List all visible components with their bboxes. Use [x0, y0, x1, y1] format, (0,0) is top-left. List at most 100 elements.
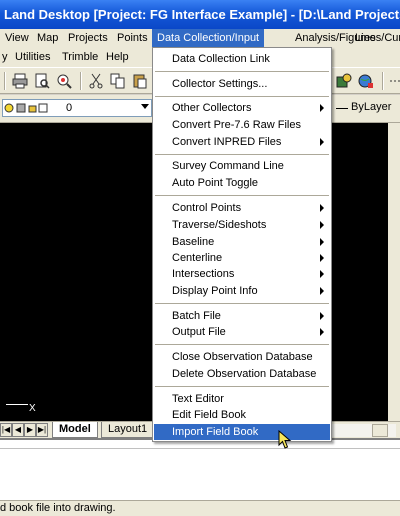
menu-view[interactable]: View	[0, 29, 34, 48]
menu-item-label: Intersections	[172, 268, 235, 280]
menu-utilities[interactable]: Utilities	[10, 48, 55, 67]
submenu-arrow-icon	[320, 221, 324, 229]
menu-item-label: Collector Settings...	[172, 78, 268, 90]
first-tab-button[interactable]: |◀	[0, 423, 12, 437]
menu-item-centerline[interactable]: Centerline	[154, 250, 330, 266]
menu-item-convert-raw-files[interactable]: Convert Pre-7.6 Raw Files	[154, 117, 330, 133]
menu-item-other-collectors[interactable]: Other Collectors	[154, 100, 330, 116]
menu-projects[interactable]: Projects	[63, 29, 113, 48]
menu-item-display-point-info[interactable]: Display Point Info	[154, 283, 330, 299]
tab-model[interactable]: Model	[52, 422, 98, 438]
menu-item-label: Convert INPRED Files	[172, 136, 282, 148]
menu-item-batch-file[interactable]: Batch File	[154, 308, 330, 324]
menu-item-label: Traverse/Sideshots	[172, 219, 267, 231]
menu-item-label: Other Collectors	[172, 102, 252, 114]
prev-tab-button[interactable]: ◀	[12, 423, 24, 437]
submenu-arrow-icon	[320, 138, 324, 146]
layer-manager-icon[interactable]	[336, 73, 352, 89]
menu-map[interactable]: Map	[32, 29, 63, 48]
data-collection-menu: Data Collection Link Collector Settings.…	[152, 47, 332, 442]
ucs-axis-line	[6, 404, 28, 405]
paste-icon[interactable]	[132, 73, 148, 89]
print-icon[interactable]	[12, 73, 28, 89]
submenu-arrow-icon	[320, 312, 324, 320]
menu-item-label: Baseline	[172, 236, 215, 248]
menu-separator	[155, 303, 329, 304]
menu-item-label: Centerline	[172, 252, 223, 264]
menu-item-edit-field-book[interactable]: Edit Field Book	[154, 407, 330, 423]
menu-item-control-points[interactable]: Control Points	[154, 200, 330, 216]
menu-item-intersections[interactable]: Intersections	[154, 266, 330, 282]
mouse-cursor-icon	[278, 430, 292, 449]
menu-item-label: Survey Command Line	[172, 160, 284, 172]
menu-separator	[155, 154, 329, 155]
command-line-divider	[0, 448, 400, 449]
cut-icon[interactable]	[88, 73, 104, 89]
menu-item-label: Edit Field Book	[172, 409, 246, 421]
menu-lines-curves[interactable]: Lines/Cur	[350, 29, 400, 48]
globe-icon[interactable]	[358, 73, 374, 89]
submenu-arrow-icon	[320, 270, 324, 278]
menu-separator	[155, 71, 329, 72]
submenu-arrow-icon	[320, 328, 324, 336]
ucs-x-label: X	[29, 403, 36, 414]
menu-item-import-field-book[interactable]: Import Field Book	[154, 424, 330, 440]
menu-separator	[155, 195, 329, 196]
menu-item-convert-inpred-files[interactable]: Convert INPRED Files	[154, 134, 330, 150]
tab-layout1[interactable]: Layout1	[101, 422, 155, 438]
publish-icon[interactable]	[56, 73, 72, 89]
menu-separator	[155, 96, 329, 97]
toolbar-overflow-icon[interactable]	[388, 73, 400, 89]
menu-item-label: Text Editor	[172, 393, 224, 405]
copy-icon[interactable]	[110, 73, 126, 89]
layer-state-icons	[4, 103, 48, 113]
menu-item-baseline[interactable]: Baseline	[154, 234, 330, 250]
window-title: Land Desktop [Project: FG Interface Exam…	[4, 7, 400, 22]
menu-item-label: Convert Pre-7.6 Raw Files	[172, 119, 301, 131]
menu-item-traverse-sideshots[interactable]: Traverse/Sideshots	[154, 217, 330, 233]
submenu-arrow-icon	[320, 238, 324, 246]
toolbar-separator	[4, 72, 6, 90]
print-preview-icon[interactable]	[34, 73, 50, 89]
menu-separator	[155, 386, 329, 387]
menu-item-label: Display Point Info	[172, 285, 258, 297]
menu-bar: View Map Projects Points Data Collection…	[0, 29, 400, 48]
layer-name: 0	[66, 102, 73, 114]
menu-help[interactable]: Help	[101, 48, 134, 67]
linetype-value[interactable]: ByLayer	[351, 101, 391, 113]
menu-item-label: Control Points	[172, 202, 242, 214]
chevron-down-icon[interactable]	[141, 104, 149, 110]
menu-item-survey-command-line[interactable]: Survey Command Line	[154, 158, 330, 174]
menu-item-label: Data Collection Link	[172, 53, 270, 65]
toolbar-separator	[382, 72, 384, 90]
menu-item-label: Close Observation Database	[172, 351, 313, 363]
menu-item-label: Delete Observation Database	[172, 368, 317, 380]
menu-item-collector-settings[interactable]: Collector Settings...	[154, 76, 330, 92]
toolbar-separator	[80, 72, 82, 90]
menu-item-data-collection-link[interactable]: Data Collection Link	[154, 51, 330, 67]
horizontal-scroll-thumb[interactable]	[372, 424, 388, 437]
menu-data-collection-input[interactable]: Data Collection/Input	[152, 29, 265, 48]
last-tab-button[interactable]: ▶|	[36, 423, 48, 437]
menu-item-label: Output File	[172, 326, 226, 338]
menu-item-delete-observation-database[interactable]: Delete Observation Database	[154, 366, 330, 382]
submenu-arrow-icon	[320, 204, 324, 212]
menu-item-text-editor[interactable]: Text Editor	[154, 391, 330, 407]
layer-dropdown[interactable]: 0	[2, 99, 152, 117]
next-tab-button[interactable]: ▶	[24, 423, 36, 437]
menu-item-output-file[interactable]: Output File	[154, 324, 330, 340]
submenu-arrow-icon	[320, 104, 324, 112]
menu-item-close-observation-database[interactable]: Close Observation Database	[154, 349, 330, 365]
status-bar: d book file into drawing.	[0, 500, 400, 516]
vertical-scrollbar[interactable]	[388, 123, 400, 421]
menu-points[interactable]: Points	[112, 29, 153, 48]
menu-item-label: Batch File	[172, 310, 221, 322]
menu-item-label: Auto Point Toggle	[172, 177, 259, 189]
menu-item-auto-point-toggle[interactable]: Auto Point Toggle	[154, 175, 330, 191]
submenu-arrow-icon	[320, 287, 324, 295]
submenu-arrow-icon	[320, 254, 324, 262]
status-text: d book file into drawing.	[0, 502, 116, 514]
window-title-bar[interactable]: Land Desktop [Project: FG Interface Exam…	[0, 0, 400, 29]
linetype-sample	[336, 108, 348, 109]
menu-trimble[interactable]: Trimble	[57, 48, 103, 67]
